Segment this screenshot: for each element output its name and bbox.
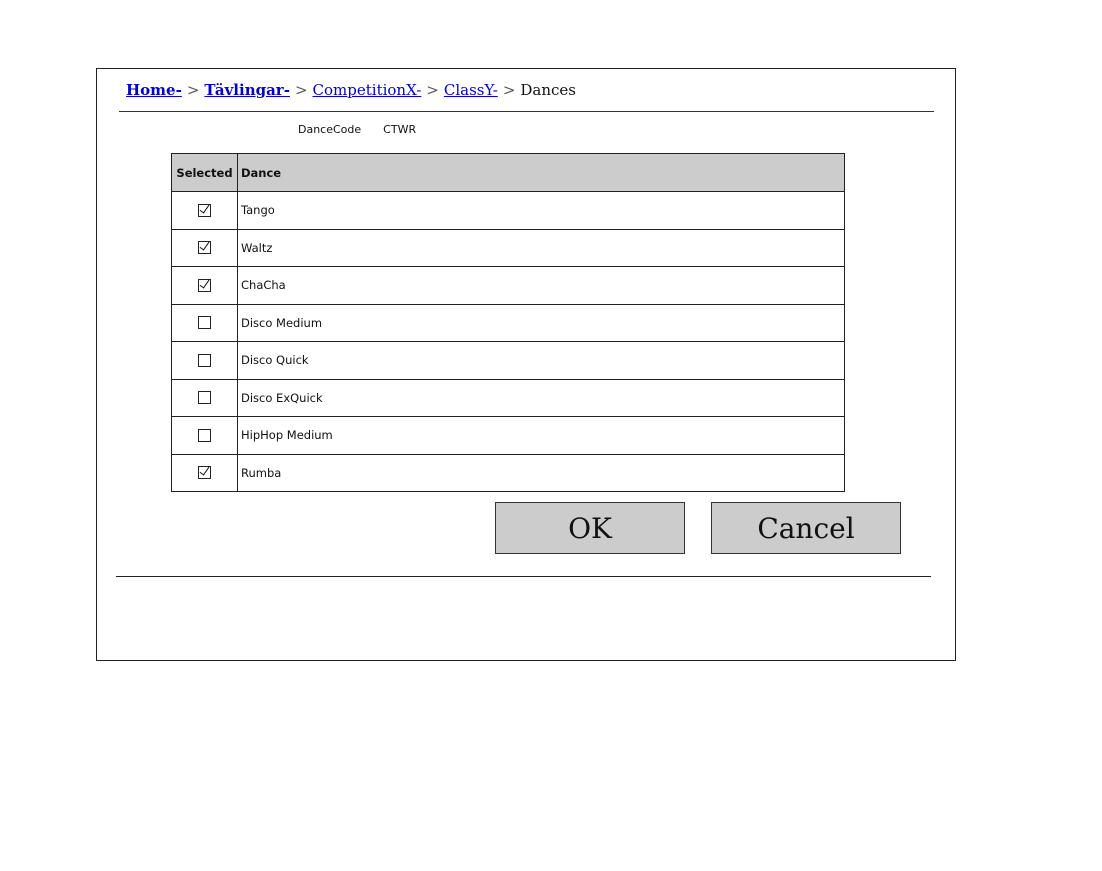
breadcrumb: Home- > Tävlingar- > CompetitionX- > ClassY- > D… bbox=[126, 81, 576, 99]
table-row: Disco Quick bbox=[172, 341, 844, 379]
breadcrumb-separator: > bbox=[426, 81, 439, 99]
selected-cell bbox=[172, 229, 238, 266]
dance-checkbox[interactable] bbox=[198, 316, 211, 330]
table-header-row: Selected Dance bbox=[172, 154, 844, 191]
table-row: ChaCha bbox=[172, 266, 844, 304]
dance-name: ChaCha bbox=[241, 278, 286, 293]
dance-name: HipHop Medium bbox=[241, 428, 333, 443]
selected-cell bbox=[172, 379, 238, 416]
table-row: Rumba bbox=[172, 453, 844, 491]
dance-name: Disco ExQuick bbox=[241, 390, 323, 405]
selected-column-header: Selected bbox=[172, 154, 238, 191]
ok-button[interactable]: OK bbox=[495, 502, 685, 554]
table-row: Waltz bbox=[172, 228, 844, 266]
dance-name: Disco Quick bbox=[241, 353, 309, 368]
dance-checkbox[interactable] bbox=[198, 466, 211, 480]
dance-checkbox[interactable] bbox=[198, 353, 211, 367]
dance-code-row: DanceCode CTWR bbox=[298, 123, 416, 136]
dances-dialog: Home- > Tävlingar- > CompetitionX- > ClassY- > D… bbox=[96, 68, 956, 661]
breadcrumb-current: Dances bbox=[520, 81, 576, 99]
breadcrumb-separator: > bbox=[502, 81, 516, 99]
dance-name: Rumba bbox=[241, 465, 282, 480]
dance-name: Waltz bbox=[241, 240, 273, 255]
dance-checkbox[interactable] bbox=[198, 428, 211, 442]
dance-checkbox[interactable] bbox=[198, 203, 211, 217]
dance-code-label: DanceCode bbox=[298, 123, 362, 136]
dance-checkbox[interactable] bbox=[198, 278, 211, 292]
selected-cell bbox=[172, 192, 238, 229]
footer-divider bbox=[116, 576, 931, 577]
table-row: Tango bbox=[172, 191, 844, 229]
cancel-button[interactable]: Cancel bbox=[711, 502, 901, 554]
dance-name: Tango bbox=[241, 203, 275, 218]
breadcrumb-tavlingar-link[interactable]: Tävlingar- bbox=[204, 81, 290, 99]
selected-cell bbox=[172, 304, 238, 341]
table-row: HipHop Medium bbox=[172, 416, 844, 454]
breadcrumb-separator: > bbox=[294, 81, 308, 99]
table-row: Disco ExQuick bbox=[172, 378, 844, 416]
header-divider bbox=[119, 111, 934, 112]
dance-column-header: Dance bbox=[241, 165, 282, 180]
breadcrumb-competition-link[interactable]: CompetitionX- bbox=[313, 81, 422, 99]
selected-cell bbox=[172, 342, 238, 379]
dance-checkbox[interactable] bbox=[198, 391, 211, 405]
breadcrumb-separator: > bbox=[186, 81, 200, 99]
breadcrumb-class-link[interactable]: ClassY- bbox=[444, 81, 498, 99]
selected-cell bbox=[172, 454, 238, 491]
breadcrumb-home-link[interactable]: Home- bbox=[126, 81, 182, 99]
dances-table: Selected Dance Tango Waltz ChaCha Disco Med… bbox=[171, 153, 845, 492]
dance-checkbox[interactable] bbox=[198, 241, 211, 255]
table-row: Disco Medium bbox=[172, 303, 844, 341]
dance-name: Disco Medium bbox=[241, 315, 323, 330]
selected-cell bbox=[172, 267, 238, 304]
dance-code-value: CTWR bbox=[383, 123, 417, 136]
selected-cell bbox=[172, 417, 238, 454]
